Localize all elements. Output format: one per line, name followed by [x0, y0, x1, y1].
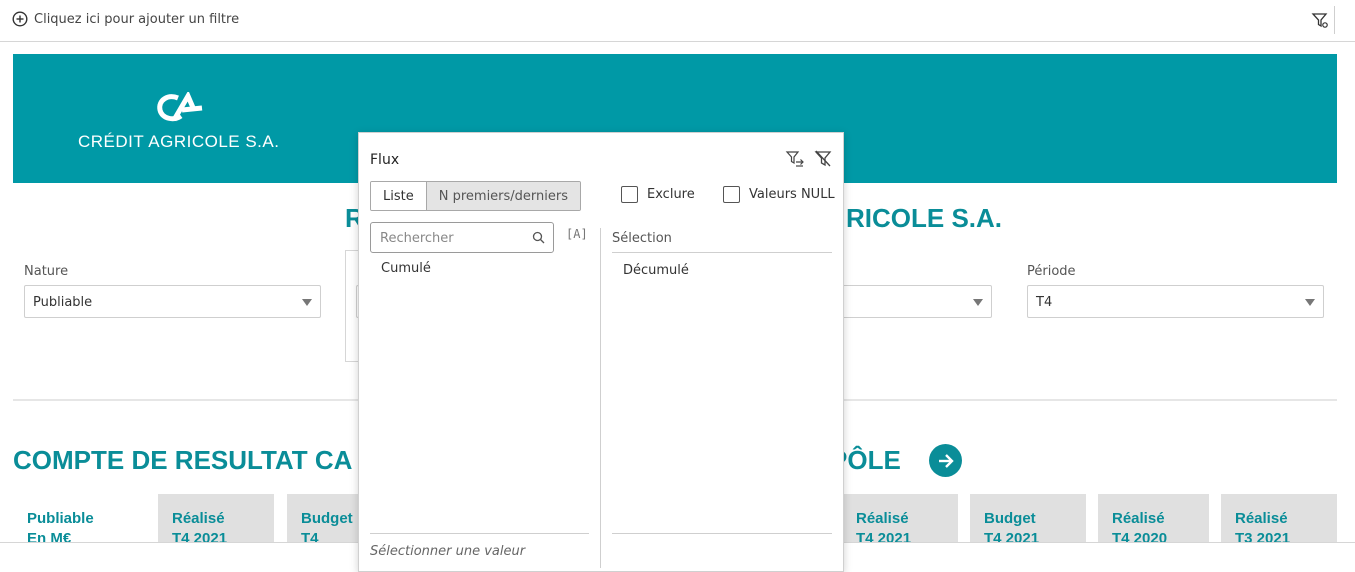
list-item[interactable]: Cumulé [381, 261, 431, 276]
periode-label: Période [1027, 264, 1076, 279]
column-header-line1: Réalisé [1112, 510, 1165, 527]
checkbox-box[interactable] [621, 186, 638, 203]
exclude-label: Exclure [647, 187, 695, 202]
column-header-line1: Réalisé [172, 510, 225, 527]
dropdown-arrow-icon [973, 299, 983, 306]
column-header-line1: Réalisé [1235, 510, 1288, 527]
search-input[interactable]: Rechercher [370, 222, 554, 253]
clear-filter-icon[interactable] [813, 149, 833, 169]
search-icon[interactable] [532, 231, 545, 244]
report-title-right: RICOLE S.A. [846, 203, 1003, 233]
mode-toggle: Liste N premiers/derniers [370, 181, 582, 211]
filter-swap-icon[interactable] [785, 149, 805, 169]
selection-header-underline [612, 252, 832, 253]
column-header-line1: Réalisé [856, 510, 909, 527]
arrow-right-icon [938, 453, 954, 468]
match-case-icon[interactable]: [A] [566, 227, 588, 241]
selection-header: Sélection [612, 231, 672, 246]
selection-bottom-divider [612, 533, 832, 534]
periode-value: T4 [1036, 295, 1053, 310]
search-placeholder: Rechercher [380, 231, 454, 246]
dropdown-arrow-icon [302, 299, 312, 306]
nature-select[interactable]: Publiable [24, 285, 321, 318]
toolbar-divider [1334, 6, 1335, 34]
ca-logo-icon [157, 92, 202, 122]
checkbox-box[interactable] [723, 186, 740, 203]
hidden-select-right[interactable] [840, 285, 992, 318]
add-circle-icon [12, 11, 28, 27]
column-header-line1: Budget [984, 510, 1036, 527]
list-bottom-divider [370, 533, 589, 534]
exclude-checkbox[interactable]: Exclure [621, 186, 695, 203]
add-filter-label: Cliquez ici pour ajouter un filtre [34, 11, 240, 27]
add-filter-button[interactable]: Cliquez ici pour ajouter un filtre [12, 11, 239, 27]
nature-value: Publiable [33, 295, 93, 310]
column-separator [600, 228, 601, 568]
column-header-line1: Budget [301, 510, 353, 527]
tab-n-premiers-derniers[interactable]: N premiers/derniers [425, 182, 581, 210]
section-title-left: COMPTE DE RESULTAT CA [13, 445, 353, 475]
select-value-placeholder: Sélectionner une valeur [370, 544, 526, 559]
selected-item[interactable]: Décumulé [623, 263, 689, 278]
tab-liste[interactable]: Liste [371, 182, 426, 210]
null-values-checkbox[interactable]: Valeurs NULL [723, 186, 835, 203]
filter-settings-icon[interactable] [1311, 11, 1329, 29]
navigate-arrow-button[interactable] [929, 444, 962, 477]
nature-label: Nature [24, 264, 69, 279]
column-header-line1: Publiable [27, 510, 94, 527]
flux-filter-popup: Flux Liste N premiers/derniers Exclure V… [358, 132, 844, 572]
popup-title: Flux [370, 152, 400, 168]
brand-logo: CRÉDIT AGRICOLE S.A. [78, 92, 279, 152]
brand-logo-text: CRÉDIT AGRICOLE S.A. [78, 132, 280, 151]
filter-bar: Cliquez ici pour ajouter un filtre [0, 0, 1355, 42]
null-values-label: Valeurs NULL [749, 187, 835, 202]
periode-select[interactable]: T4 [1027, 285, 1324, 318]
dropdown-arrow-icon [1305, 299, 1315, 306]
